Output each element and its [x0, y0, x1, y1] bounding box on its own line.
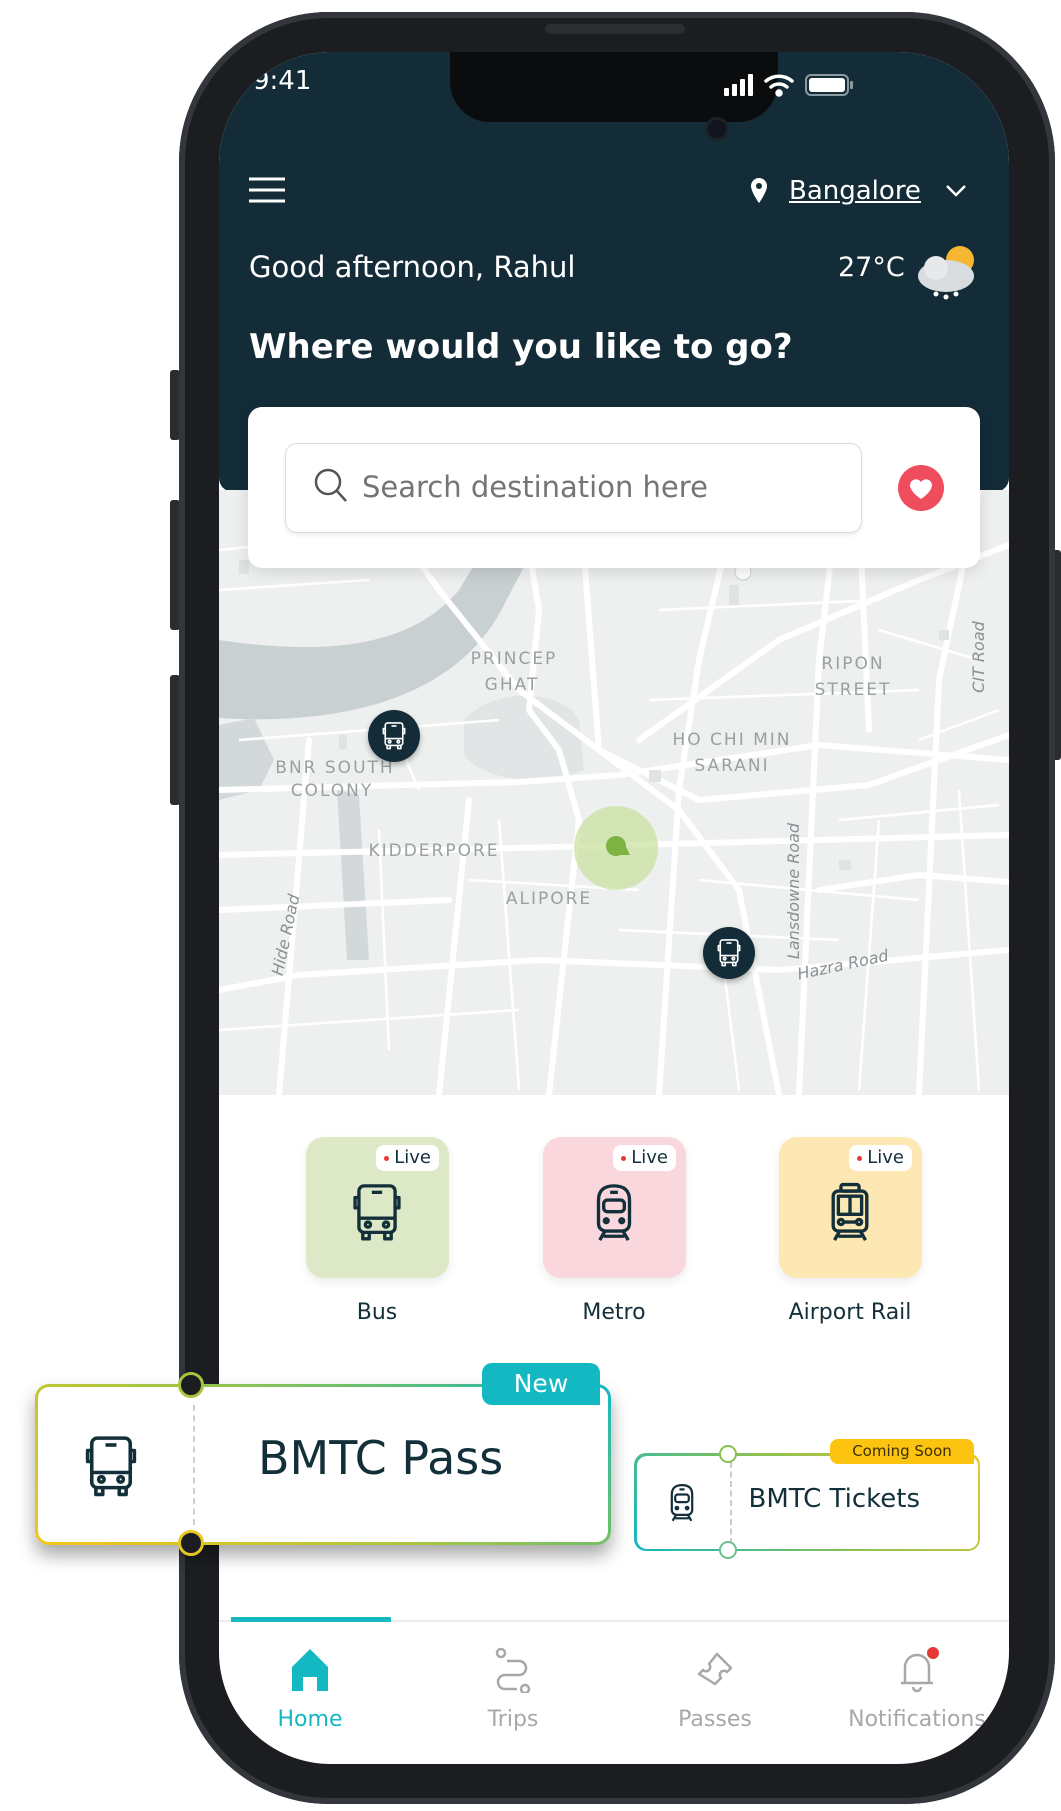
ticket-perforation	[193, 1405, 195, 1525]
bus-stop-marker[interactable]	[368, 710, 420, 762]
nav-label: Passes	[678, 1707, 752, 1732]
home-icon	[292, 1649, 328, 1691]
bus-icon	[83, 1434, 139, 1500]
notification-badge	[927, 1647, 939, 1659]
map-label-sarani: SARANI	[694, 756, 769, 776]
map-label-lansdowne-road: Lansdowne Road	[784, 822, 803, 959]
live-badge: Live	[613, 1145, 676, 1171]
temperature: 27°C	[838, 252, 905, 283]
bell-icon	[901, 1647, 939, 1693]
map-label-colony: COLONY	[291, 781, 374, 801]
search-field[interactable]	[362, 462, 842, 512]
location-name: Bangalore	[789, 176, 921, 206]
map-label-kidderpore: KIDDERPORE	[368, 841, 499, 861]
battery-icon	[805, 74, 853, 96]
status-time: 9:41	[253, 66, 312, 96]
front-camera	[708, 120, 726, 138]
signal-icon	[724, 74, 753, 96]
pass-title: BMTC Pass	[258, 1431, 504, 1485]
speaker-grille	[545, 24, 685, 34]
coming-soon-badge: Coming Soon	[830, 1439, 974, 1464]
bus-stop-marker[interactable]	[703, 927, 755, 979]
heart-icon	[910, 479, 932, 499]
cloud-rain-sun-icon	[918, 246, 974, 300]
live-badge: Live	[376, 1145, 439, 1171]
metro-icon	[588, 1182, 640, 1244]
map-label-ripon: RIPON	[821, 654, 884, 674]
metro-icon	[665, 1482, 699, 1524]
favourites-button[interactable]	[898, 465, 944, 511]
mode-label: Airport Rail	[788, 1300, 912, 1325]
nav-label: Trips	[487, 1707, 539, 1732]
search-icon	[314, 468, 347, 502]
new-badge: New	[482, 1363, 600, 1405]
nav-passes[interactable]: Passes	[615, 1647, 815, 1747]
nav-label: Home	[277, 1707, 343, 1732]
map-label-alipore: ALIPORE	[506, 889, 592, 909]
ticket-perforation	[729, 1461, 732, 1544]
search-input[interactable]	[285, 443, 862, 533]
ticket-icon	[697, 1652, 733, 1686]
live-badge: Live	[849, 1145, 912, 1171]
greeting: Good afternoon, Rahul	[249, 250, 576, 284]
bus-icon	[381, 721, 407, 751]
bus-icon	[351, 1182, 403, 1244]
status-icons	[724, 74, 853, 97]
route-icon	[495, 1647, 531, 1693]
train-icon	[824, 1182, 876, 1244]
hamburger-icon	[249, 177, 285, 203]
nav-home[interactable]: Home	[219, 1647, 410, 1747]
nav-trips[interactable]: Trips	[413, 1647, 613, 1747]
mode-label: Metro	[582, 1300, 646, 1325]
nav-active-indicator	[231, 1617, 391, 1622]
map-label-street: STREET	[815, 680, 892, 700]
map-pin-icon	[751, 178, 767, 203]
bmtc-pass-card[interactable]: BMTC Pass	[35, 1372, 611, 1556]
location-selector[interactable]: Bangalore	[749, 172, 989, 210]
menu-button[interactable]	[249, 176, 285, 204]
map-label-cit-road: CIT Road	[969, 620, 988, 692]
mode-tile-airport-rail[interactable]: Live	[779, 1137, 922, 1278]
bmtc-tickets-card[interactable]: BMTC Tickets	[634, 1445, 980, 1559]
map-label-hochimin: HO CHI MIN	[672, 730, 791, 750]
map-label-ghat: GHAT	[485, 675, 540, 695]
tickets-title: BMTC Tickets	[748, 1483, 921, 1514]
mode-tile-metro[interactable]: Live	[543, 1137, 686, 1278]
map-label-bnr: BNR SOUTH	[275, 758, 394, 778]
nav-label: Notifications	[848, 1707, 986, 1732]
search-card	[248, 407, 980, 568]
nav-notifications[interactable]: Notifications	[817, 1647, 1009, 1747]
mode-tile-bus[interactable]: Live	[306, 1137, 449, 1278]
map-view[interactable]: PRINCEP GHAT RIPON STREET HO CHI MIN SAR…	[219, 487, 1009, 1098]
wifi-icon	[764, 74, 794, 97]
chevron-down-icon	[946, 185, 966, 197]
bus-icon	[716, 938, 742, 968]
mode-label: Bus	[356, 1300, 398, 1325]
map-label-princep: PRINCEP	[471, 649, 558, 669]
page-title: Where would you like to go?	[249, 327, 793, 367]
